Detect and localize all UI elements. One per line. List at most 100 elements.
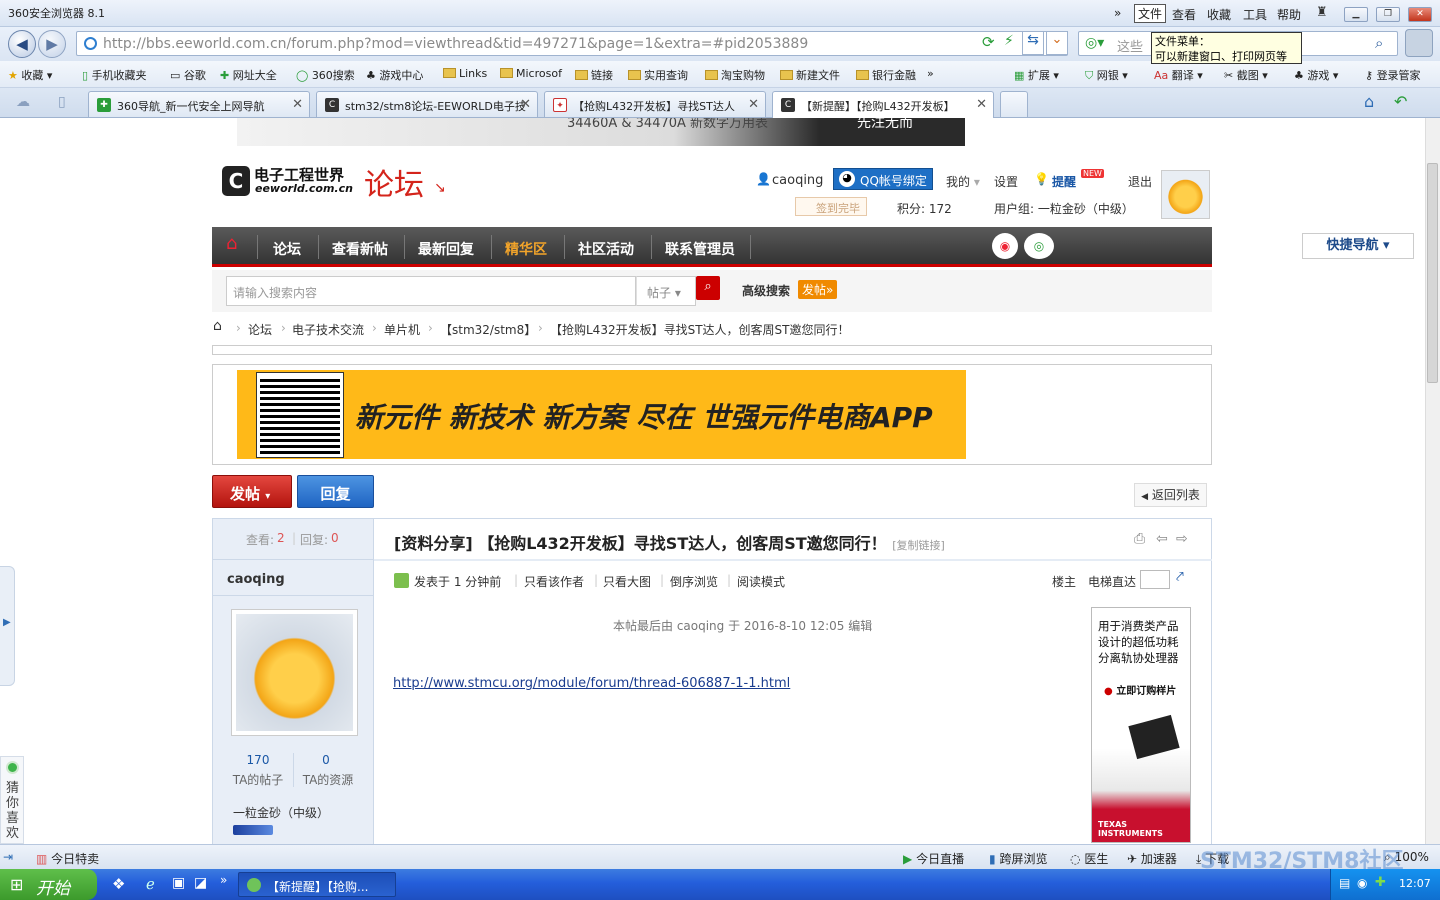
fav-google[interactable]: ▭ 谷歌 <box>170 67 206 83</box>
status-accelerator[interactable]: ✈ 加速器 <box>1127 850 1177 867</box>
search-type-select[interactable]: 帖子 ▾ <box>636 276 696 306</box>
nav-events[interactable]: 社区活动 <box>578 239 634 259</box>
banner-image[interactable]: 新元件 新技术 新方案 尽在 世强元件电商APP <box>237 370 966 459</box>
forward-button[interactable]: ▶ <box>38 30 66 58</box>
fav-links-cn[interactable]: 链接 <box>575 67 613 83</box>
ext-translate[interactable]: Aa 翻译 ▾ <box>1154 67 1203 83</box>
side-ad-cta[interactable]: ● 立即订购样片 <box>1104 682 1176 697</box>
menu-tools[interactable]: 工具 <box>1243 6 1267 23</box>
nav-new-posts[interactable]: 查看新帖 <box>332 239 388 259</box>
compat-mode-icon[interactable]: ⇆ <box>1022 31 1044 55</box>
qq-bind-button[interactable]: ◕ QQ帐号绑定 <box>833 168 933 190</box>
user-group-label[interactable]: 用户组: 一粒金砂（中级） <box>994 200 1134 217</box>
reply-button[interactable]: 回复 <box>297 475 374 508</box>
skin-icon[interactable]: ♜ <box>1316 5 1328 20</box>
breadcrumb-stm32[interactable]: 【stm32/stm8】 <box>440 321 536 338</box>
nav-forum[interactable]: 论坛 <box>273 239 301 259</box>
fav-newfile[interactable]: 新建文件 <box>780 67 840 83</box>
scrollbar-thumb[interactable] <box>1427 163 1438 383</box>
side-pull-tab[interactable]: ▶ <box>0 566 15 686</box>
search-submit-icon[interactable]: ⌕ <box>696 276 720 300</box>
quick-post-button[interactable]: 发帖» <box>798 280 838 299</box>
status-cross-screen[interactable]: ▮ 跨屏浏览 <box>989 850 1047 867</box>
status-doctor[interactable]: ◌ 医生 <box>1070 850 1108 867</box>
maximize-button[interactable]: ❐ <box>1376 7 1400 22</box>
copy-link[interactable]: [复制链接] <box>892 539 945 552</box>
network-icon[interactable]: ▤ <box>1339 876 1350 890</box>
tray-360-icon[interactable]: ✚ <box>1375 875 1386 890</box>
user-avatar[interactable] <box>1161 170 1210 219</box>
app-icon[interactable]: ▣ <box>172 875 185 891</box>
refresh-icon[interactable]: ⟳ <box>982 33 995 51</box>
tab-close-icon[interactable]: ✕ <box>292 97 303 112</box>
minimize-button[interactable]: ▁ <box>1344 7 1368 22</box>
new-tab-button[interactable] <box>1000 91 1028 117</box>
ext-games[interactable]: ♣ 游戏 ▾ <box>1294 67 1338 83</box>
next-thread-icon[interactable]: ⇨ <box>1176 531 1188 547</box>
top-ad-banner[interactable]: 34460A & 34470A 新数字万用表 先注无而 <box>237 118 965 146</box>
sidebar-toggle-icon[interactable]: ⇥ <box>3 850 13 864</box>
prev-thread-icon[interactable]: ⇦ <box>1156 531 1168 547</box>
post-link[interactable]: http://www.stmcu.org/module/forum/thread… <box>393 676 790 691</box>
nav-latest-replies[interactable]: 最新回复 <box>418 239 474 259</box>
lightning-icon[interactable]: ⚡ <box>1004 33 1014 49</box>
wechat-icon[interactable]: ◎ <box>1024 233 1054 259</box>
fav-mobile[interactable]: ▯ 手机收藏夹 <box>82 67 147 83</box>
tab-l432[interactable]: ✦ 【抢购L432开发板】寻找ST达人 ✕ <box>544 91 766 117</box>
jump-floor-input[interactable] <box>1140 570 1170 589</box>
print-icon[interactable]: ⎙ <box>1134 531 1145 547</box>
settings-link[interactable]: 设置 <box>994 173 1018 190</box>
points-label[interactable]: 积分: 172 <box>897 200 952 217</box>
user-avatar-icon[interactable] <box>1405 29 1433 57</box>
guess-you-like-panel[interactable]: 猜你喜欢 <box>0 756 24 844</box>
logout-link[interactable]: 退出 <box>1128 173 1152 190</box>
tab-close-icon[interactable]: ✕ <box>976 97 987 112</box>
home-icon[interactable]: ⌂ <box>226 233 237 254</box>
breadcrumb-mcu[interactable]: 单片机 <box>384 321 420 338</box>
tab-stm32-forum[interactable]: C stm32/stm8论坛-EEWORLD电子技 ✕ <box>316 91 538 117</box>
fav-sites[interactable]: ✚ 网址大全 <box>220 67 277 83</box>
tab-active-thread[interactable]: C 【新提醒】【抢购L432开发板】 ✕ <box>772 91 994 118</box>
fav-games[interactable]: ♣ 游戏中心 <box>366 67 423 83</box>
reverse-order-link[interactable]: 倒序浏览 <box>670 573 718 590</box>
ext-extend[interactable]: ▦ 扩展 ▾ <box>1014 67 1059 83</box>
new-post-button[interactable]: 发帖 ▾ <box>212 475 292 508</box>
breadcrumb-forum[interactable]: 论坛 <box>248 321 272 338</box>
forum-search-input[interactable]: 请输入搜索内容 <box>226 276 636 306</box>
tab-close-icon[interactable]: ✕ <box>520 97 531 112</box>
back-to-list-button[interactable]: ◀ 返回列表 <box>1134 483 1207 507</box>
fav-more[interactable]: » <box>927 67 934 80</box>
fav-microsoft[interactable]: Microsof <box>500 67 562 80</box>
ext-bank[interactable]: ⛉ 网银 ▾ <box>1085 67 1128 83</box>
author-posts-count[interactable]: 170 <box>235 753 281 767</box>
ie-icon[interactable]: ℯ <box>146 875 155 893</box>
back-button[interactable]: ◀ <box>8 30 36 58</box>
dropdown-icon[interactable]: ⌄ <box>1046 31 1068 55</box>
checkin-button[interactable]: 签到完毕 <box>795 197 867 216</box>
search-icon[interactable]: ⌕ <box>1375 34 1383 52</box>
taskbar-browser-item[interactable]: 【新提醒】【抢购... <box>238 872 396 897</box>
quicklaunch-icon[interactable]: ❖ <box>112 875 125 893</box>
advanced-search-link[interactable]: 高级搜索 <box>742 282 790 299</box>
fav-utils[interactable]: 实用查询 <box>628 67 688 83</box>
author-name[interactable]: caoqing <box>227 572 285 587</box>
tray-app-icon[interactable]: ◉ <box>1357 876 1367 890</box>
fav-taobao[interactable]: 淘宝购物 <box>705 67 765 83</box>
remind-link[interactable]: 提醒 <box>1052 173 1076 190</box>
breadcrumb-home-icon[interactable]: ⌂ <box>213 318 222 334</box>
status-deals[interactable]: ▥ 今日特卖 <box>36 850 99 867</box>
tab-close-icon[interactable]: ✕ <box>748 97 759 112</box>
ext-screenshot[interactable]: ✂ 截图 ▾ <box>1224 67 1268 83</box>
app2-icon[interactable]: ◪ <box>194 875 207 891</box>
fav-links[interactable]: Links <box>443 67 487 80</box>
reading-mode-link[interactable]: 阅读模式 <box>737 573 785 590</box>
mine-menu[interactable]: 我的 ▾ <box>946 173 980 190</box>
home-icon[interactable]: ⌂ <box>1364 92 1374 111</box>
only-images-link[interactable]: 只看大图 <box>603 573 651 590</box>
menu-file[interactable]: 文件 <box>1134 4 1167 23</box>
menu-view[interactable]: 查看 <box>1172 6 1196 23</box>
go-icon[interactable]: ⤤ <box>1176 569 1184 585</box>
phone-tab-icon[interactable]: ▯ <box>58 94 66 110</box>
close-button[interactable]: ✕ <box>1408 7 1432 22</box>
side-ad[interactable]: 用于消费类产品设计的超低功耗分离轨协处理器 ● 立即订购样片 TEXAS INS… <box>1091 607 1191 843</box>
